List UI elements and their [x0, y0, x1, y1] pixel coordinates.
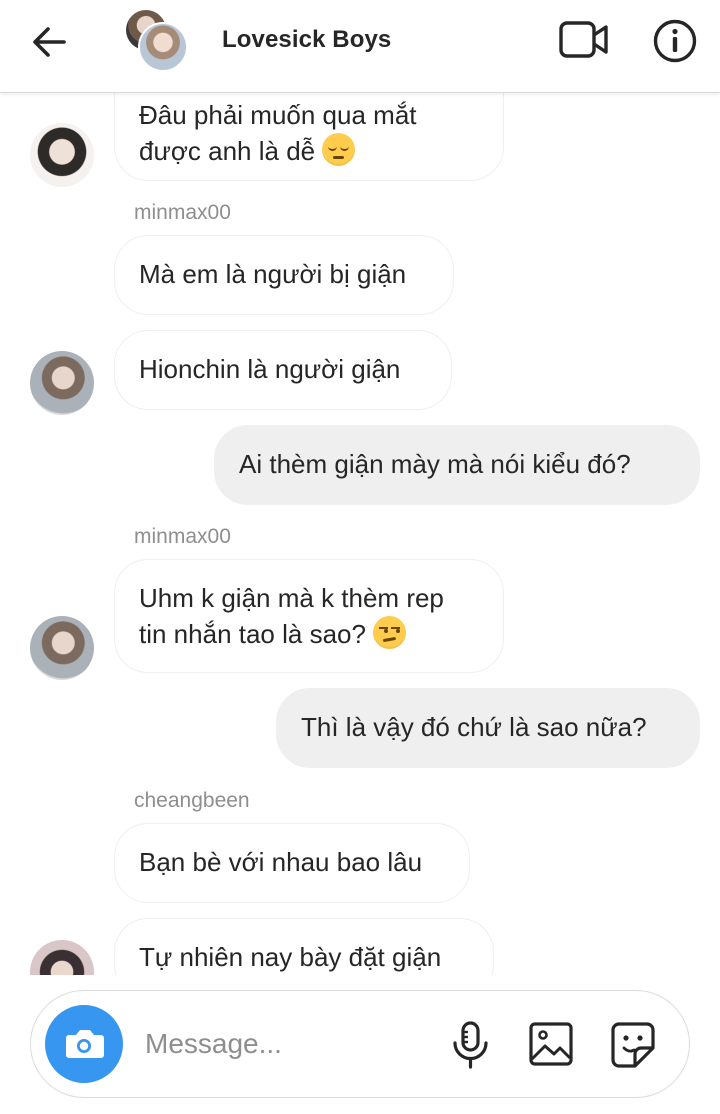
message-thread[interactable]: Đâu phải muốn qua mắt được anh là dễ min…: [0, 92, 720, 975]
message-bubble[interactable]: Bạn bè với nhau bao lâu: [114, 823, 470, 903]
message-text: Mà em là người bị giận: [139, 259, 407, 289]
chat-title[interactable]: Lovesick Boys: [222, 26, 391, 54]
message-text: Uhm k giận mà k thèm rep: [139, 583, 444, 613]
chat-header: Lovesick Boys: [0, 0, 720, 93]
message-text: Tự nhiên nay bày đặt giận: [139, 942, 442, 972]
message-text: Ai thèm giận mày mà nói kiểu đó?: [239, 449, 631, 479]
voice-message-button[interactable]: [449, 1021, 493, 1069]
group-avatar[interactable]: [124, 8, 190, 74]
message-bubble-outgoing[interactable]: Ai thèm giận mày mà nói kiểu đó?: [214, 425, 700, 505]
back-button[interactable]: [26, 22, 74, 62]
microphone-icon: [453, 1021, 488, 1069]
message-bubble[interactable]: Tự nhiên nay bày đặt giận: [114, 918, 494, 975]
arrow-left-icon: [33, 27, 66, 57]
sticker-button[interactable]: [609, 1021, 659, 1069]
video-camera-icon: [559, 21, 608, 58]
info-icon: [653, 19, 697, 63]
info-button[interactable]: [652, 18, 698, 64]
sender-avatar[interactable]: [30, 351, 94, 415]
message-bubble[interactable]: Đâu phải muốn qua mắt được anh là dễ: [114, 92, 504, 181]
message-text: Thì là vậy đó chứ là sao nữa?: [301, 712, 647, 742]
pensive-emoji-icon: [322, 133, 356, 166]
camera-button[interactable]: [45, 1005, 123, 1083]
message-text: Bạn bè với nhau bao lâu: [139, 847, 423, 877]
sticker-icon: [611, 1022, 655, 1068]
message-text: được anh là dễ: [139, 136, 316, 166]
sender-avatar[interactable]: [30, 123, 94, 187]
message-text: Đâu phải muốn qua mắt: [139, 100, 417, 130]
message-bubble[interactable]: Uhm k giận mà k thèm rep tin nhắn tao là…: [114, 559, 504, 673]
message-composer: [30, 990, 690, 1098]
video-call-button[interactable]: [558, 18, 610, 62]
sender-name: minmax00: [134, 201, 231, 224]
message-text: Hionchin là người giận: [139, 354, 401, 384]
message-text: tin nhắn tao là sao?: [139, 619, 366, 649]
message-bubble[interactable]: Hionchin là người giận: [114, 330, 452, 410]
sender-avatar[interactable]: [30, 940, 94, 975]
image-gallery-icon: [529, 1022, 573, 1066]
message-bubble-outgoing[interactable]: Thì là vậy đó chứ là sao nữa?: [276, 688, 700, 768]
sender-name: cheangbeen: [134, 789, 250, 812]
message-input[interactable]: [143, 1021, 437, 1067]
camera-icon: [66, 1030, 104, 1058]
sender-name: minmax00: [134, 525, 231, 548]
unamused-emoji-icon: [373, 616, 407, 649]
gallery-button[interactable]: [527, 1021, 577, 1067]
member-avatar: [138, 22, 188, 72]
message-bubble[interactable]: Mà em là người bị giận: [114, 235, 454, 315]
sender-avatar[interactable]: [30, 616, 94, 680]
